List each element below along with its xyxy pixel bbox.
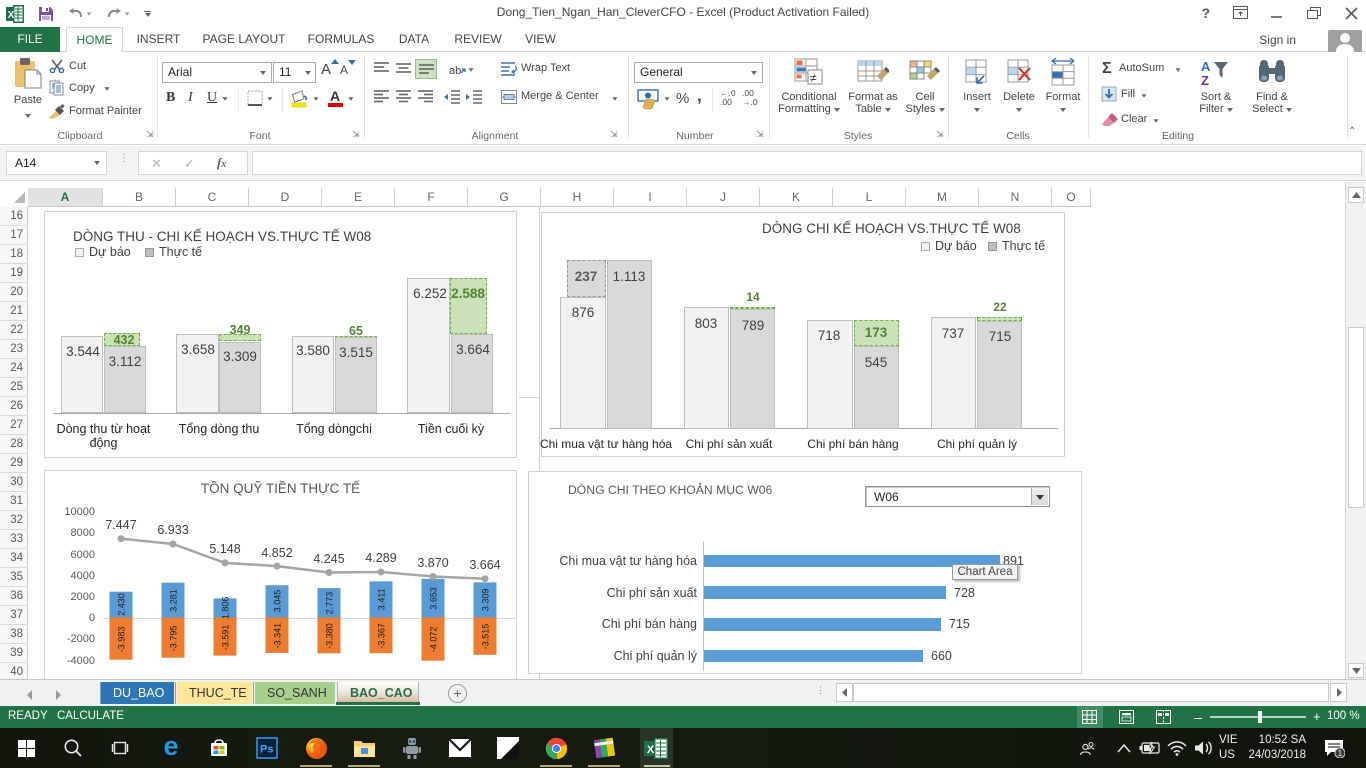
svg-text:ab: ab (449, 65, 461, 77)
svg-text:1: 1 (1338, 749, 1343, 758)
svg-text:A: A (1201, 59, 1211, 74)
svg-text:Z: Z (1201, 73, 1209, 88)
svg-text:X: X (647, 744, 655, 756)
svg-text:≠: ≠ (810, 71, 817, 85)
svg-text:Ps: Ps (260, 744, 273, 756)
